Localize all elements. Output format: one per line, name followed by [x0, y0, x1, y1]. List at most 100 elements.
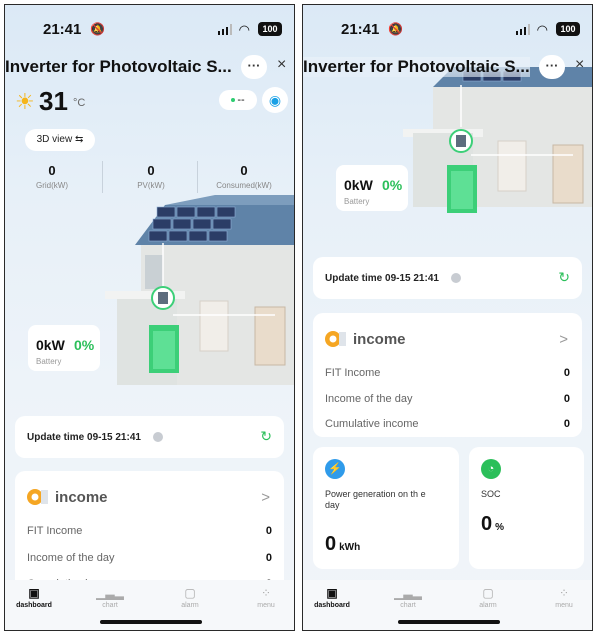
wifi-status-icon: ◠ — [536, 22, 548, 37]
menu-icon: ⁘ — [260, 586, 272, 600]
battery-card[interactable]: 0kW 0% Battery — [28, 325, 100, 371]
home-indicator[interactable] — [100, 620, 202, 624]
status-bar: 21:41 🔕 ◠ 100 — [5, 19, 294, 39]
battery-percent: 0% — [74, 337, 95, 353]
battery-label: Battery — [36, 357, 62, 366]
income-row-value: 0 — [563, 418, 570, 430]
battery-label: Battery — [344, 197, 370, 206]
income-row: Income of the day 0 — [325, 393, 570, 405]
nav-label: menu — [555, 602, 573, 609]
soc-card[interactable]: ◔ SOC 0% — [469, 447, 584, 569]
battery-percent: 0% — [382, 177, 403, 193]
signal-icon — [218, 24, 232, 35]
alarm-icon: ▢ — [482, 586, 494, 600]
more-button[interactable]: ··· — [241, 55, 267, 79]
income-icon — [325, 331, 346, 347]
temperature-unit: °C — [73, 97, 86, 109]
3d-view-button[interactable]: 3D view ⇆ — [25, 129, 95, 151]
nav-menu[interactable]: ⁘ menu — [539, 586, 589, 609]
wifi-icon: ◉ — [268, 92, 282, 108]
stat-grid: 0 Grid(kW) — [9, 163, 95, 190]
mute-icon: 🔕 — [90, 22, 105, 36]
nav-label: chart — [102, 602, 118, 609]
page-title: Inverter for Photovoltaic S... — [303, 57, 530, 77]
stat-grid-label: Grid(kW) — [36, 181, 68, 190]
sun-icon: ☀ — [15, 89, 35, 114]
phone-screen-dashboard: 21:41 🔕 ◠ 100 Inverter for Photovoltaic … — [4, 4, 295, 631]
nav-label: menu — [257, 602, 275, 609]
wifi-status-icon: ◠ — [238, 22, 250, 37]
soc-unit: % — [495, 522, 505, 533]
bottom-nav: ▣ dashboard ▁▃▂ chart ▢ alarm ⁘ menu — [5, 580, 294, 630]
update-time: Update time 09-15 21:41 — [27, 432, 141, 443]
income-row-value: 0 — [265, 525, 272, 537]
more-button[interactable]: ··· — [539, 55, 565, 79]
power-generation-value: 0 kWh — [325, 533, 360, 556]
income-row: Cumulative income 0 — [325, 418, 570, 430]
stat-grid-value: 0 — [48, 163, 56, 178]
home-indicator[interactable] — [398, 620, 500, 624]
lightning-icon: ⚡ — [325, 459, 345, 479]
refresh-icon[interactable]: ↻ — [260, 428, 272, 445]
bottom-nav: ▣ dashboard ▁▃▂ chart ▢ alarm ⁘ menu — [303, 580, 592, 630]
nav-dashboard[interactable]: ▣ dashboard — [307, 586, 357, 609]
stat-pv: 0 PV(kW) — [108, 163, 194, 190]
stat-pv-value: 0 — [147, 163, 155, 178]
dashboard-icon: ▣ — [28, 586, 40, 600]
income-card[interactable]: income > FIT Income 0 Income of the day 0 … — [313, 313, 582, 437]
income-row-value: 0 — [265, 552, 272, 564]
chevron-right-icon[interactable]: > — [261, 489, 270, 506]
info-icon[interactable] — [153, 432, 163, 442]
nav-alarm[interactable]: ▢ alarm — [463, 586, 513, 609]
battery-power: 0kW — [344, 177, 373, 193]
chart-icon: ▁▃▂ — [394, 586, 422, 600]
soc-number: 0 — [481, 513, 493, 535]
stat-consumed-label: Consumed(kW) — [216, 181, 272, 190]
update-card: Update time 09-15 21:41 ↻ — [15, 416, 284, 458]
stat-pv-label: PV(kW) — [137, 181, 165, 190]
update-time: Update time 09-15 21:41 — [325, 273, 439, 284]
wifi-button[interactable]: ◉ — [262, 87, 288, 113]
soc-value: 0% — [481, 513, 504, 536]
nav-label: chart — [400, 602, 416, 609]
nav-chart[interactable]: ▁▃▂ chart — [85, 586, 135, 609]
income-title: income — [55, 489, 108, 506]
mute-icon: 🔕 — [388, 22, 403, 36]
nav-dashboard[interactable]: ▣ dashboard — [9, 586, 59, 609]
nav-alarm[interactable]: ▢ alarm — [165, 586, 215, 609]
divider — [102, 161, 103, 193]
battery-power: 0kW — [36, 337, 65, 353]
battery-status: 100 — [258, 22, 282, 36]
chevron-right-icon[interactable]: > — [559, 331, 568, 348]
menu-icon: ⁘ — [558, 586, 570, 600]
close-button[interactable]: × — [575, 56, 584, 74]
power-generation-unit: kWh — [339, 542, 361, 553]
status-dot-icon — [231, 98, 236, 103]
soc-icon: ◔ — [481, 459, 501, 479]
refresh-icon[interactable]: ↻ — [558, 269, 570, 286]
house-illustration — [403, 67, 592, 213]
nav-label: dashboard — [314, 602, 350, 609]
status-time: 21:41 — [43, 21, 82, 38]
nav-label: alarm — [479, 602, 497, 609]
status-bar: 21:41 🔕 ◠ 100 — [303, 19, 592, 39]
nav-menu[interactable]: ⁘ menu — [241, 586, 291, 609]
income-row-label: Income of the day — [325, 393, 413, 405]
nav-label: dashboard — [16, 602, 52, 609]
temperature: 31 — [39, 86, 68, 116]
income-row: FIT Income 0 — [325, 367, 570, 379]
battery-status: 100 — [556, 22, 580, 36]
battery-card[interactable]: 0kW 0% Battery — [336, 165, 408, 211]
power-generation-number: 0 — [325, 533, 337, 555]
update-card: Update time 09-15 21:41 ↻ — [313, 257, 582, 299]
nav-label: alarm — [181, 602, 199, 609]
nav-chart[interactable]: ▁▃▂ chart — [383, 586, 433, 609]
income-row: Income of the day 0 — [27, 552, 272, 564]
divider — [197, 161, 198, 193]
connection-status-pill[interactable]: -- — [219, 90, 257, 110]
power-generation-card[interactable]: ⚡ Power generation on th e day 0 kWh — [313, 447, 459, 569]
info-icon[interactable] — [451, 273, 461, 283]
status-time: 21:41 — [341, 21, 380, 38]
close-button[interactable]: × — [277, 56, 286, 74]
income-row: FIT Income 0 — [27, 525, 272, 537]
